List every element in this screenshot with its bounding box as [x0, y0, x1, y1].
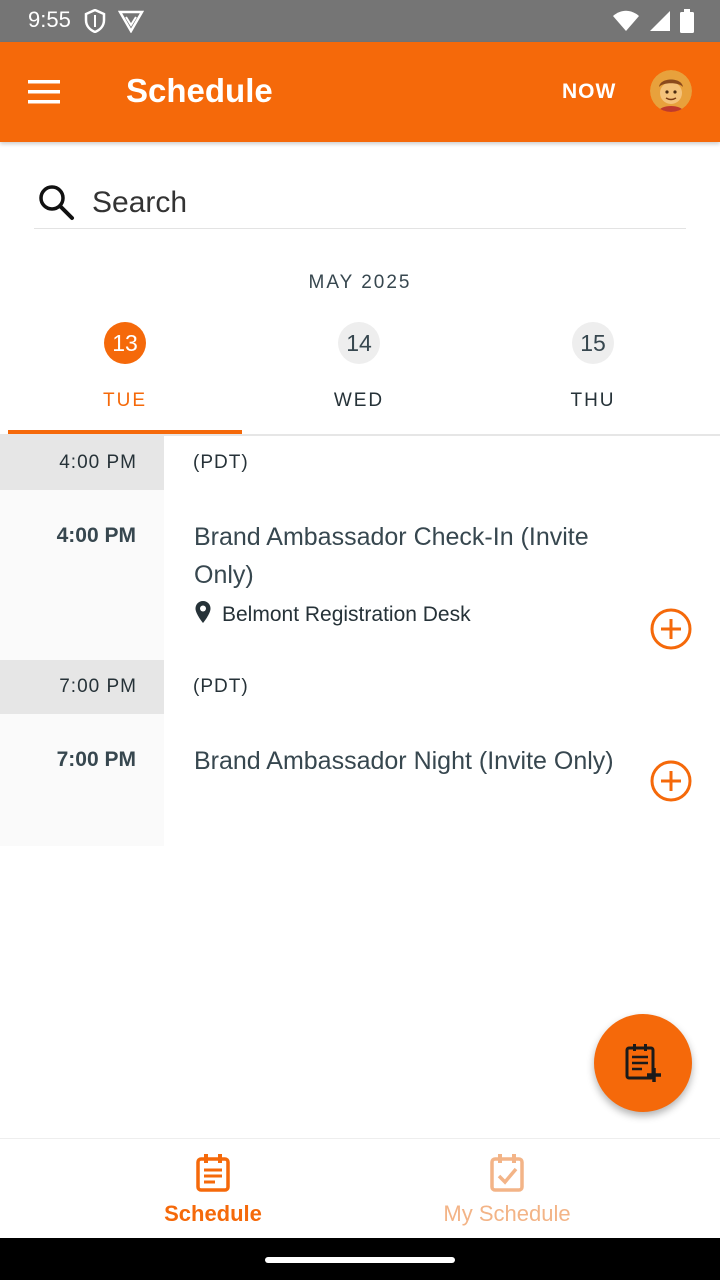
month-label: MAY 2025	[308, 272, 412, 293]
add-to-schedule-button[interactable]	[648, 758, 694, 809]
nav-label: My Schedule	[443, 1201, 571, 1226]
time-group-header: 4:00 PM (PDT)	[0, 436, 720, 490]
nav-schedule[interactable]: Schedule	[63, 1139, 363, 1239]
bottom-nav: Schedule My Schedule	[0, 1138, 720, 1239]
day-number: 15	[572, 322, 614, 364]
battery-icon	[680, 9, 694, 38]
vpn-icon	[117, 9, 145, 38]
my-schedule-icon	[489, 1153, 525, 1198]
day-name: TUE	[103, 390, 147, 411]
wifi-icon	[612, 10, 640, 37]
day-name: WED	[333, 390, 385, 411]
signal-icon	[648, 10, 672, 37]
session-time: 7:00 PM	[56, 748, 136, 771]
session-time: 4:00 PM	[56, 524, 136, 547]
nav-my-schedule[interactable]: My Schedule	[357, 1139, 657, 1239]
day-number: 13	[104, 322, 146, 364]
schedule-icon	[195, 1153, 231, 1198]
status-time: 9:55	[28, 7, 71, 32]
add-to-schedule-button[interactable]	[648, 606, 694, 657]
menu-icon	[26, 80, 62, 116]
location-pin-icon	[194, 600, 212, 630]
app-bar: Schedule NOW	[0, 42, 720, 142]
search-bar	[34, 176, 686, 229]
system-nav-bar	[0, 1238, 720, 1280]
home-gesture-bar[interactable]	[265, 1257, 455, 1263]
session-title[interactable]: Brand Ambassador Night (Invite Only)	[194, 742, 624, 780]
search-input[interactable]	[90, 180, 674, 226]
group-time: 4:00 PM	[59, 452, 137, 473]
page-title: Schedule	[126, 72, 273, 109]
shield-icon	[84, 8, 106, 38]
session-item[interactable]: 7:00 PM Brand Ambassador Night (Invite O…	[0, 714, 720, 846]
group-time: 7:00 PM	[59, 676, 137, 697]
session-item[interactable]: 4:00 PM Brand Ambassador Check-In (Invit…	[0, 490, 720, 660]
status-bar: 9:55	[0, 0, 720, 42]
day-tab-thu[interactable]: 15 THU	[476, 320, 710, 434]
time-group-header: 7:00 PM (PDT)	[0, 660, 720, 714]
day-tab-wed[interactable]: 14 WED	[242, 320, 476, 434]
nav-label: Schedule	[164, 1201, 262, 1226]
menu-button[interactable]	[26, 72, 72, 112]
now-button[interactable]: NOW	[562, 80, 616, 104]
day-tabs: 13 TUE 14 WED 15 THU	[8, 320, 712, 434]
add-session-fab[interactable]	[594, 1014, 692, 1112]
session-location: Belmont Registration Desk	[194, 600, 471, 630]
day-name: THU	[570, 390, 616, 411]
day-tab-tue[interactable]: 13 TUE	[8, 320, 242, 434]
location-text: Belmont Registration Desk	[222, 603, 471, 626]
session-title[interactable]: Brand Ambassador Check-In (Invite Only)	[194, 518, 624, 594]
day-number: 14	[338, 322, 380, 364]
schedule-list: 4:00 PM (PDT) 4:00 PM Brand Ambassador C…	[0, 436, 720, 846]
avatar[interactable]	[650, 70, 692, 112]
timezone-label: (PDT)	[193, 452, 249, 473]
timezone-label: (PDT)	[193, 676, 249, 697]
search-icon[interactable]	[36, 182, 76, 227]
